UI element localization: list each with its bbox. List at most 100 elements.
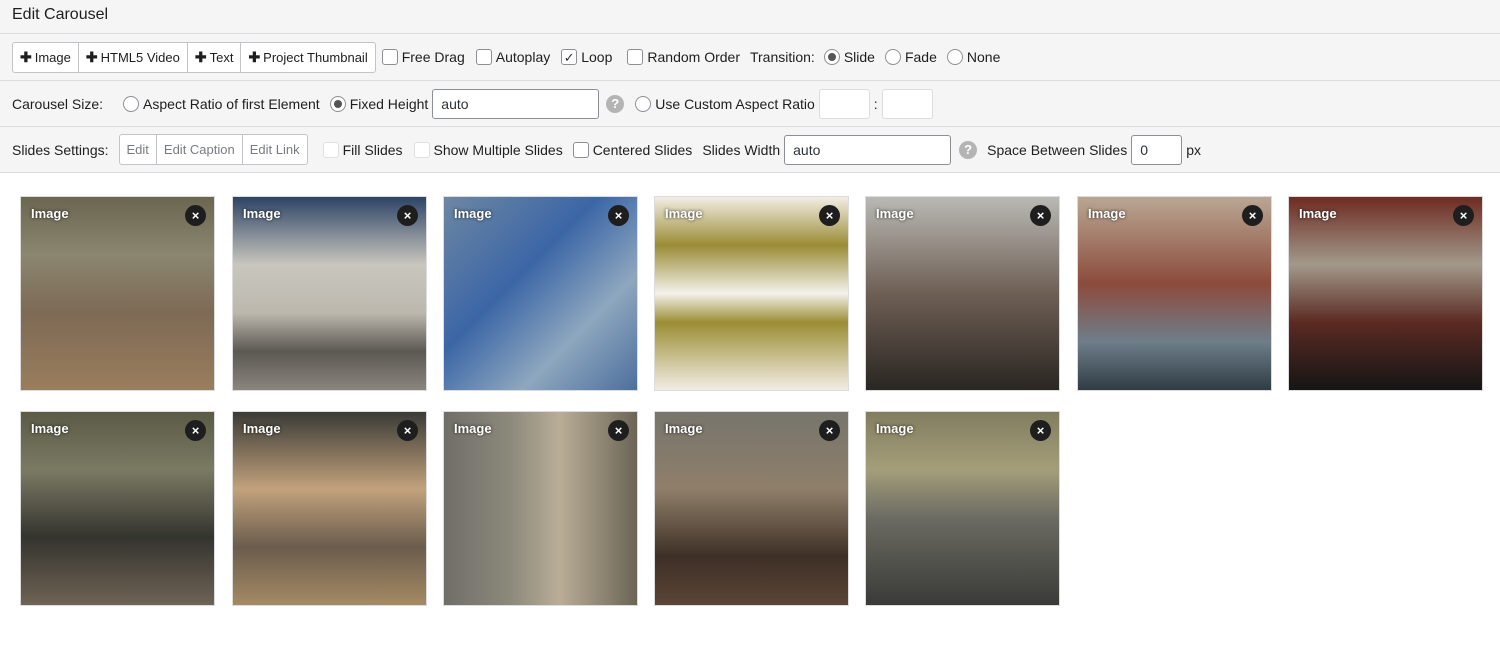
slide-type-label: Image (1088, 206, 1126, 221)
slides-width-input[interactable]: auto (784, 134, 952, 165)
space-between-input[interactable]: 0 (1131, 134, 1183, 165)
slide-type-label: Image (665, 421, 703, 436)
loop-option[interactable]: ✓ Loop (561, 49, 612, 65)
fill-slides-checkbox[interactable] (322, 141, 339, 158)
close-icon[interactable]: × (819, 420, 840, 441)
slide-tile[interactable]: Image × (1288, 196, 1483, 391)
free-drag-label: Free Drag (401, 49, 465, 65)
slide-tile[interactable]: Image × (654, 411, 849, 606)
autoplay-checkbox[interactable] (475, 49, 492, 65)
loop-checkbox[interactable]: ✓ (561, 49, 578, 65)
slide-tile[interactable]: Image × (865, 411, 1060, 606)
slide-edit-buttons: Edit Edit Caption Edit Link (118, 134, 308, 165)
slide-tile[interactable]: Image × (232, 411, 427, 606)
slide-type-label: Image (31, 206, 69, 221)
ratio-separator: : (873, 95, 878, 112)
random-order-checkbox[interactable] (627, 49, 644, 65)
help-icon[interactable]: ? (606, 94, 625, 113)
custom-aspect-radio[interactable] (635, 95, 652, 112)
centered-slides-checkbox[interactable] (572, 141, 589, 158)
slide-tile[interactable]: Image × (20, 196, 215, 391)
transition-slide-option[interactable]: Slide (823, 49, 875, 65)
help-icon[interactable]: ? (959, 140, 978, 159)
custom-aspect-option[interactable]: Use Custom Aspect Ratio (635, 95, 815, 112)
add-html5-video-button[interactable]: ✚ HTML5 Video (79, 42, 188, 72)
aspect-first-option[interactable]: Aspect Ratio of first Element (123, 95, 320, 112)
fill-slides-option[interactable]: Fill Slides (322, 141, 403, 158)
transition-slide-radio[interactable] (823, 49, 840, 65)
edit-link-button[interactable]: Edit Link (243, 135, 307, 164)
carousel-size-row: Carousel Size: Aspect Ratio of first Ele… (0, 81, 1500, 127)
transition-none-radio[interactable] (946, 49, 963, 65)
add-image-button[interactable]: ✚ Image (13, 42, 79, 72)
edit-caption-button[interactable]: Edit Caption (157, 135, 243, 164)
transition-none-option[interactable]: None (946, 49, 1001, 65)
add-text-button[interactable]: ✚ Text (188, 42, 242, 72)
add-element-buttons: ✚ Image ✚ HTML5 Video ✚ Text ✚ Project Thumb… (12, 41, 376, 73)
aspect-first-label: Aspect Ratio of first Element (143, 95, 320, 112)
slide-type-label: Image (1299, 206, 1337, 221)
transition-fade-option[interactable]: Fade (884, 49, 937, 65)
slide-type-label: Image (243, 206, 281, 221)
close-icon[interactable]: × (185, 205, 206, 226)
fixed-height-option[interactable]: Fixed Height (329, 95, 429, 112)
space-unit-label: px (1186, 141, 1202, 158)
transition-slide-label: Slide (843, 49, 875, 65)
close-icon[interactable]: × (397, 205, 418, 226)
close-icon[interactable]: × (608, 205, 629, 226)
slide-type-label: Image (243, 421, 281, 436)
centered-slides-label: Centered Slides (592, 141, 693, 158)
fixed-height-label: Fixed Height (349, 95, 429, 112)
fixed-height-radio[interactable] (329, 95, 346, 112)
random-order-option[interactable]: Random Order (627, 49, 740, 65)
slide-tile[interactable]: Image × (1077, 196, 1272, 391)
autoplay-option[interactable]: Autoplay (475, 49, 550, 65)
free-drag-option[interactable]: Free Drag (381, 49, 465, 65)
plus-icon: ✚ (85, 48, 98, 65)
slide-type-label: Image (454, 421, 492, 436)
custom-aspect-label: Use Custom Aspect Ratio (655, 95, 815, 112)
slide-tile[interactable]: Image × (443, 411, 638, 606)
centered-slides-option[interactable]: Centered Slides (572, 141, 693, 158)
slide-tile[interactable]: Image × (232, 196, 427, 391)
add-thumbnail-label: Project Thumbnail (263, 49, 368, 65)
transition-fade-radio[interactable] (884, 49, 901, 65)
close-icon[interactable]: × (819, 205, 840, 226)
close-icon[interactable]: × (608, 420, 629, 441)
aspect-first-radio[interactable] (123, 95, 140, 112)
close-icon[interactable]: × (1030, 420, 1051, 441)
close-icon[interactable]: × (1242, 205, 1263, 226)
close-icon[interactable]: × (1453, 205, 1474, 226)
show-multiple-checkbox[interactable] (413, 141, 430, 158)
loop-label: Loop (581, 49, 613, 65)
editor-header: Edit Carousel (0, 0, 1500, 34)
close-icon[interactable]: × (397, 420, 418, 441)
transition-label: Transition: (749, 49, 815, 65)
slide-type-label: Image (31, 421, 69, 436)
aspect-height-input[interactable] (881, 88, 933, 119)
page-title: Edit Carousel (12, 6, 109, 23)
slide-type-label: Image (665, 206, 703, 221)
slide-type-label: Image (876, 206, 914, 221)
transition-none-label: None (966, 49, 1001, 65)
edit-slide-button[interactable]: Edit (120, 135, 157, 164)
show-multiple-label: Show Multiple Slides (433, 141, 563, 158)
slide-tile[interactable]: Image × (865, 196, 1060, 391)
add-image-label: Image (34, 49, 71, 65)
slides-settings-row: Slides Settings: Edit Edit Caption Edit … (0, 127, 1500, 173)
add-project-thumbnail-button[interactable]: ✚ Project Thumbnail (241, 43, 374, 72)
close-icon[interactable]: × (185, 420, 206, 441)
fixed-height-input[interactable]: auto (432, 88, 600, 119)
close-icon[interactable]: × (1030, 205, 1051, 226)
slide-tile[interactable]: Image × (20, 411, 215, 606)
free-drag-checkbox[interactable] (381, 49, 398, 65)
aspect-width-input[interactable] (818, 88, 870, 119)
add-video-label: HTML5 Video (100, 49, 180, 65)
slide-tile[interactable]: Image × (654, 196, 849, 391)
show-multiple-option[interactable]: Show Multiple Slides (413, 141, 563, 158)
slide-tile[interactable]: Image × (443, 196, 638, 391)
carousel-size-label: Carousel Size: (12, 95, 104, 112)
toolbar-row: ✚ Image ✚ HTML5 Video ✚ Text ✚ Project Thumb… (0, 34, 1500, 81)
plus-icon: ✚ (20, 48, 32, 65)
slides-width-label: Slides Width (702, 141, 781, 158)
